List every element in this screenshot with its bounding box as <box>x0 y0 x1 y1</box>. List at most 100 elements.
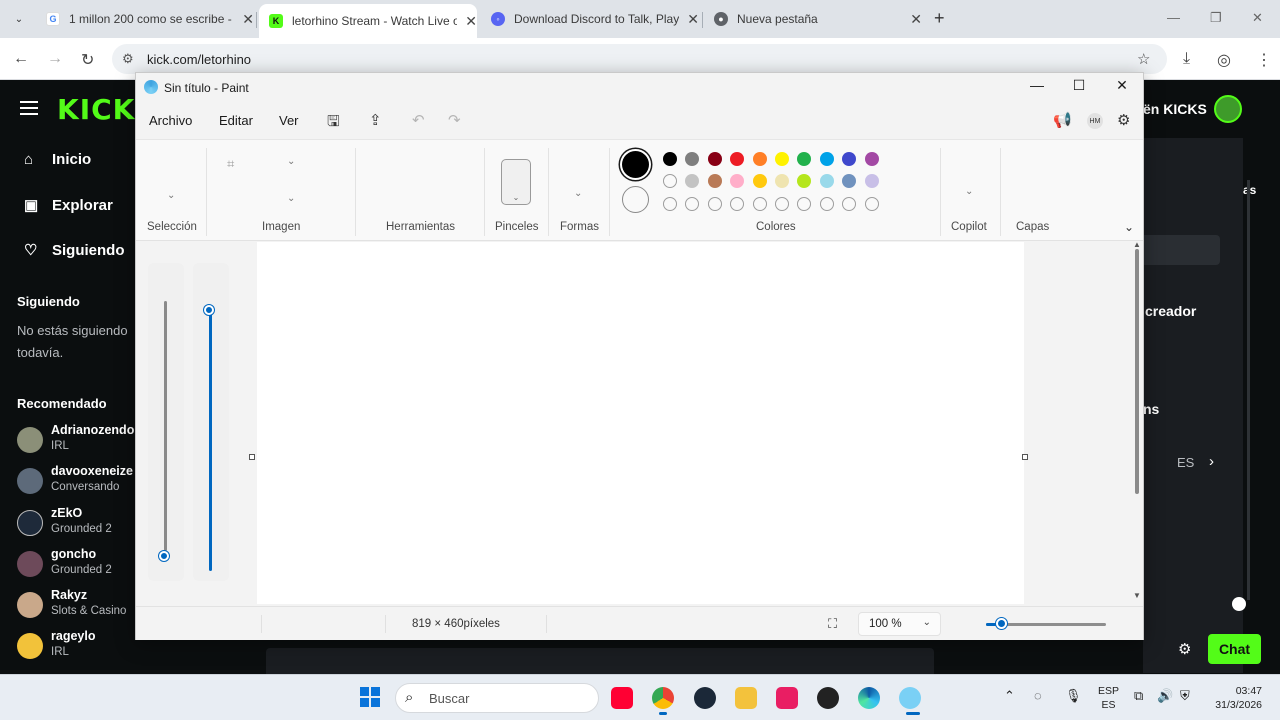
scroll-up-icon[interactable]: ▲ <box>1133 240 1141 249</box>
tab-kick[interactable]: K letorhino Stream - Watch Live o ✕ <box>259 4 477 38</box>
opacity-slider-track[interactable] <box>209 311 212 571</box>
redo-icon[interactable]: ↷ <box>448 111 461 129</box>
chat-button[interactable]: Chat <box>1208 634 1261 664</box>
download-icon[interactable]: ⤓ <box>1183 50 1190 68</box>
palette-color-swatch[interactable] <box>707 174 722 188</box>
tab-discord[interactable]: ◦ Download Discord to Talk, Play ✕ <box>481 4 699 34</box>
palette-color-swatch[interactable] <box>864 174 879 188</box>
volume-icon[interactable]: 🔊 <box>1157 688 1173 704</box>
input-language[interactable]: ESP ES <box>1098 684 1119 712</box>
settings-gear-icon[interactable]: ⚙ <box>1117 111 1130 129</box>
image-dropdown-icon[interactable]: ⌄ <box>287 156 295 167</box>
ribbon-collapse-icon[interactable]: ⌄ <box>1124 220 1134 234</box>
palette-color-swatch[interactable] <box>797 174 812 188</box>
clock[interactable]: 03:47 31/3/2026 <box>1210 684 1262 712</box>
palette-color-swatch[interactable] <box>752 174 767 188</box>
custom-color-slot[interactable] <box>730 197 745 211</box>
palette-color-swatch[interactable] <box>685 174 700 188</box>
custom-color-slot[interactable] <box>797 197 812 211</box>
palette-color-swatch[interactable] <box>730 174 745 188</box>
minimize-icon[interactable]: — <box>1022 77 1052 93</box>
palette-color-swatch[interactable] <box>685 152 700 166</box>
language-label[interactable]: ES <box>1177 455 1194 470</box>
palette-color-swatch[interactable] <box>819 152 834 166</box>
palette-color-swatch[interactable] <box>842 174 857 188</box>
right-panel-scrollbar[interactable] <box>1247 180 1250 600</box>
menu-editar[interactable]: Editar <box>219 113 253 128</box>
zoom-dropdown[interactable]: 100 % ⌄ <box>858 612 941 636</box>
secondary-color-swatch[interactable] <box>622 186 649 213</box>
drawing-canvas[interactable] <box>257 242 1024 604</box>
menu-dots-icon[interactable]: ⋮ <box>1256 50 1272 70</box>
close-tab-icon[interactable]: ✕ <box>910 11 922 28</box>
paint-titlebar[interactable]: Sin título - Paint — ☐ ✕ <box>136 73 1143 103</box>
size-slider-track[interactable] <box>164 301 167 551</box>
size-slider-knob[interactable] <box>159 551 169 561</box>
edge-app-icon[interactable] <box>858 687 880 709</box>
url-text[interactable]: kick.com/letorhino <box>147 52 251 67</box>
paint-app-icon[interactable] <box>899 687 921 709</box>
palette-color-swatch[interactable] <box>842 152 857 166</box>
custom-color-slot[interactable] <box>819 197 834 211</box>
emoji-icon[interactable] <box>1232 597 1246 611</box>
palette-color-swatch[interactable] <box>819 174 834 188</box>
palette-color-swatch[interactable] <box>752 152 767 166</box>
network-icon[interactable]: ◌ <box>1034 688 1042 703</box>
address-bar[interactable] <box>112 44 1167 74</box>
nav-inicio[interactable]: ⌂ Inicio <box>24 151 91 168</box>
save-icon[interactable]: 🖫 <box>327 111 340 136</box>
recommended-channel[interactable]: goncho Grounded 2 <box>17 547 137 583</box>
undo-icon[interactable]: ↶ <box>412 111 425 129</box>
close-tab-icon[interactable]: ✕ <box>242 11 254 28</box>
bookmark-star-icon[interactable]: ☆ <box>1137 50 1150 68</box>
close-tab-icon[interactable]: ✕ <box>687 11 699 28</box>
palette-color-swatch[interactable] <box>730 152 745 166</box>
tab-new[interactable]: ● Nueva pestaña ✕ <box>704 4 922 34</box>
account-avatar[interactable]: HM <box>1087 113 1103 129</box>
opacity-slider-knob[interactable] <box>204 305 214 315</box>
restore-icon[interactable]: ❐ <box>1210 10 1222 26</box>
chat-settings-icon[interactable]: ⚙ <box>1178 640 1191 658</box>
recommended-channel[interactable]: davooxeneize Conversando <box>17 464 137 500</box>
image-dropdown-icon[interactable]: ⌄ <box>287 193 295 204</box>
forward-icon[interactable]: → <box>47 50 63 68</box>
display-icon[interactable]: ⧉ <box>1134 688 1143 704</box>
right-panel-field[interactable] <box>1143 235 1220 265</box>
copilot-dropdown-icon[interactable]: ⌄ <box>965 186 973 197</box>
close-tab-icon[interactable]: ✕ <box>465 13 477 30</box>
canvas-resize-handle[interactable] <box>249 454 255 460</box>
recommended-channel[interactable]: zEkO Grounded 2 <box>17 506 137 542</box>
menu-archivo[interactable]: Archivo <box>149 113 192 128</box>
selection-dropdown-icon[interactable]: ⌄ <box>167 190 175 201</box>
reload-icon[interactable]: ↻ <box>81 50 94 70</box>
recommended-channel[interactable]: rageylo IRL <box>17 629 137 665</box>
palette-color-swatch[interactable] <box>707 152 722 166</box>
kicks-label[interactable]: ën KICKS <box>1143 101 1207 117</box>
hamburger-menu-icon[interactable] <box>20 101 38 115</box>
crop-icon[interactable]: ⌗ <box>227 156 234 172</box>
primary-color-swatch[interactable] <box>622 151 649 178</box>
custom-color-slot[interactable] <box>864 197 879 211</box>
palette-color-swatch[interactable] <box>775 174 789 188</box>
minimize-icon[interactable]: — <box>1167 10 1180 25</box>
steam-app-icon[interactable] <box>694 687 716 709</box>
maximize-icon[interactable]: ☐ <box>1064 77 1094 94</box>
palette-color-swatch[interactable] <box>663 174 677 188</box>
nav-siguiendo[interactable]: ♡ Siguiendo <box>24 241 125 260</box>
custom-color-slot[interactable] <box>663 197 677 211</box>
palette-color-swatch[interactable] <box>864 152 879 166</box>
chevron-right-icon[interactable]: › <box>1209 453 1214 470</box>
menu-ver[interactable]: Ver <box>279 113 299 128</box>
site-info-icon[interactable]: ⚙ <box>122 51 134 67</box>
fit-to-window-icon[interactable]: ⛶ <box>828 616 837 632</box>
new-tab-icon[interactable]: + <box>934 8 945 29</box>
palette-color-swatch[interactable] <box>775 152 789 166</box>
tray-chevron-icon[interactable]: ⌃ <box>1004 688 1015 704</box>
close-window-icon[interactable]: ✕ <box>1252 10 1263 26</box>
custom-color-slot[interactable] <box>752 197 767 211</box>
zoom-slider-knob[interactable] <box>996 618 1007 629</box>
custom-color-slot[interactable] <box>842 197 857 211</box>
recommended-channel[interactable]: Adrianozendo IRL <box>17 423 137 459</box>
youtube-app-icon[interactable] <box>611 687 633 709</box>
chrome-app-icon[interactable] <box>652 687 674 709</box>
